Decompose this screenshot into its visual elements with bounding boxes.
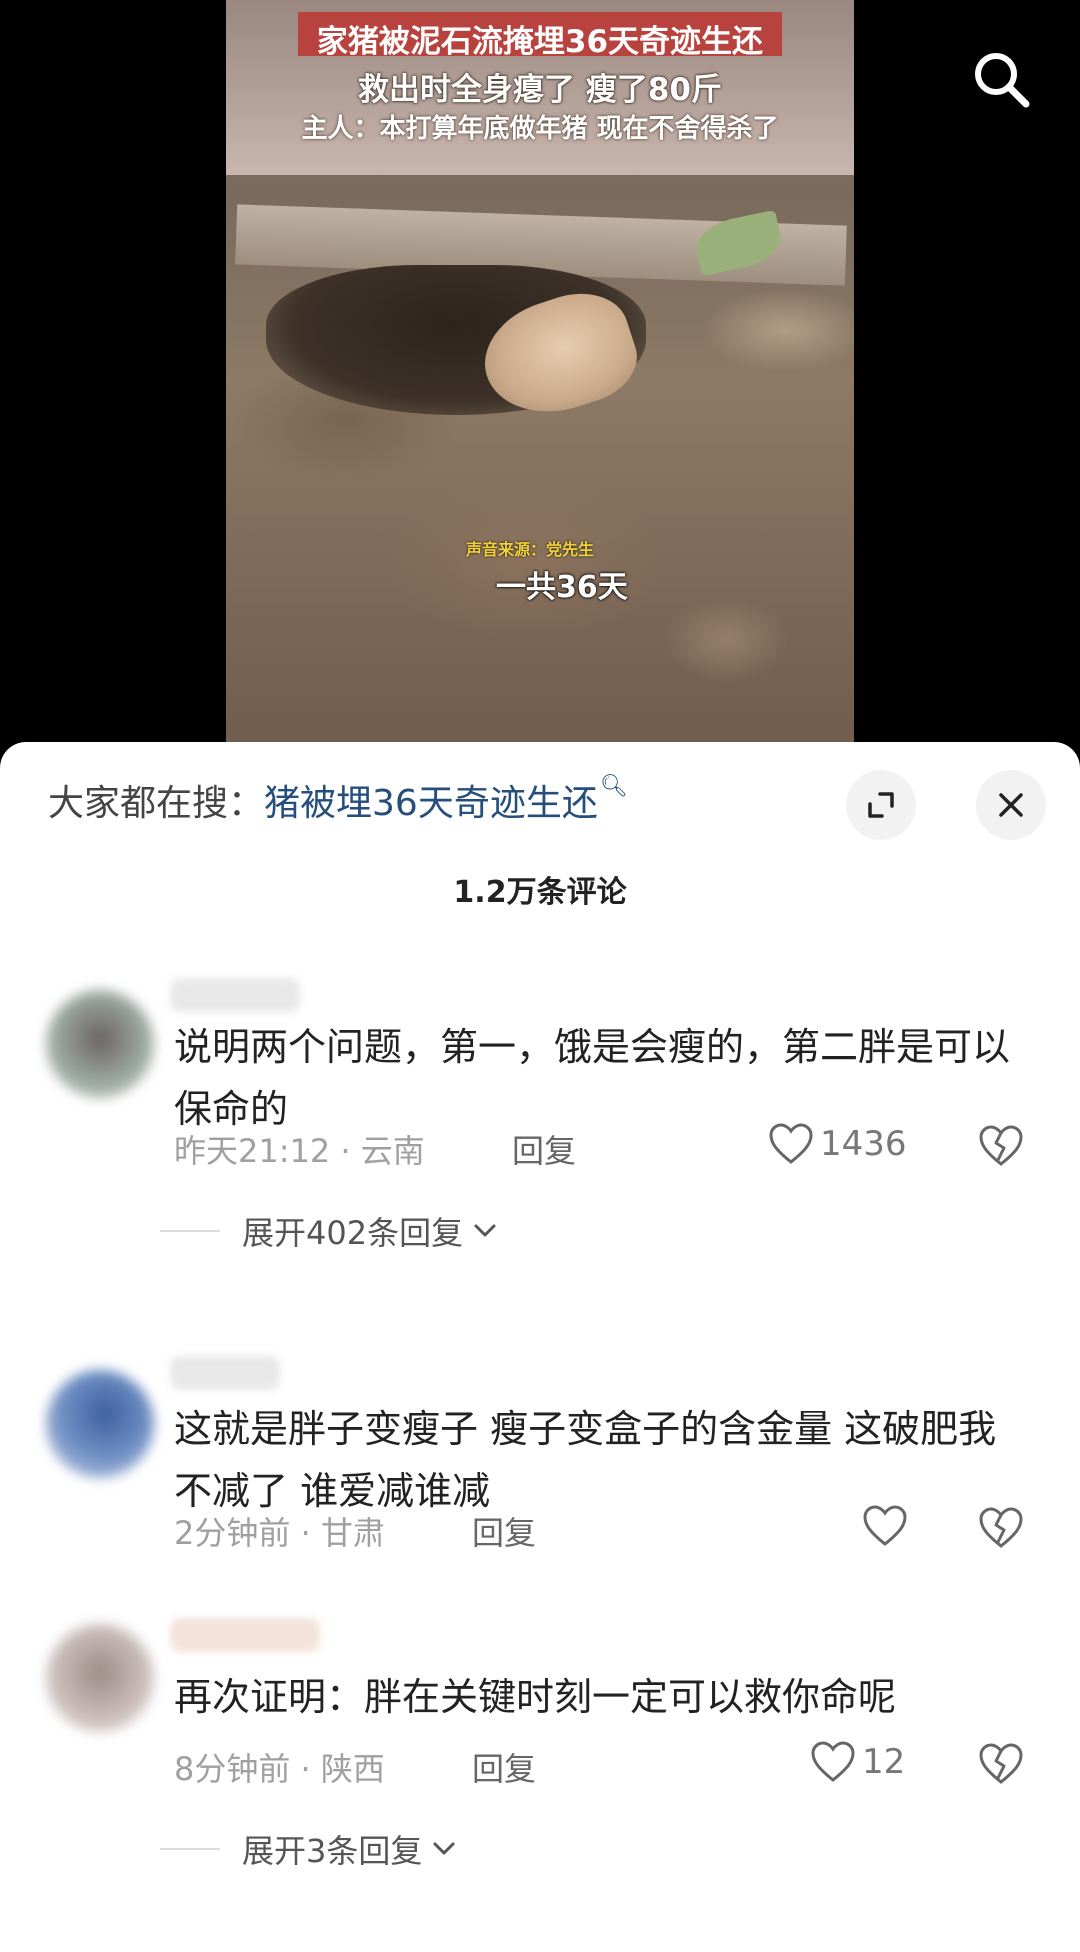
comment-text: 再次证明：胖在关键时刻一定可以救你命呢 (174, 1675, 897, 1719)
small-search-icon: 🔍︎ (599, 774, 628, 799)
like-button[interactable]: 12 (810, 1740, 905, 1784)
broken-heart-icon (979, 1743, 1023, 1784)
avatar[interactable] (46, 1624, 154, 1732)
heart-icon (811, 1741, 855, 1782)
video-frame: 家猪被泥石流掩埋36天奇迹生还 救出时全身瘪了 瘦了80斤 主人：本打算年底做年… (226, 0, 854, 760)
dislike-button[interactable] (978, 1506, 1024, 1554)
like-button[interactable] (862, 1504, 914, 1548)
reply-button[interactable]: 回复 (512, 1126, 576, 1172)
reply-button[interactable]: 回复 (472, 1744, 536, 1790)
username[interactable] (170, 978, 300, 1012)
comment-time-location: 8分钟前 · 陕西 (174, 1750, 385, 1788)
expand-replies-button[interactable]: 展开3条回复 (160, 1826, 458, 1872)
close-button[interactable] (976, 770, 1046, 840)
video-player[interactable]: 家猪被泥石流掩埋36天奇迹生还 救出时全身瘪了 瘦了80斤 主人：本打算年底做年… (0, 0, 1080, 760)
like-count: 12 (862, 1742, 906, 1782)
reply-button[interactable]: 回复 (472, 1508, 536, 1554)
trending-search-hint[interactable]: 大家都在搜：猪被埋36天奇迹生还🔍︎ (48, 774, 628, 826)
divider-line (160, 1848, 220, 1850)
search-button[interactable] (966, 44, 1036, 114)
sound-source-label: 声音来源：党先生 (466, 540, 595, 559)
expand-replies-button[interactable]: 展开402条回复 (160, 1208, 499, 1254)
avatar[interactable] (46, 1370, 154, 1478)
heart-icon (769, 1123, 813, 1164)
like-button[interactable]: 1436 (768, 1122, 907, 1166)
heart-icon (863, 1505, 907, 1546)
broken-heart-icon (979, 1125, 1023, 1166)
divider-line (160, 1230, 220, 1232)
video-subtitle: 一共36天 (496, 570, 628, 605)
trending-search-prefix: 大家都在搜： (48, 783, 265, 824)
expand-replies-label: 展开3条回复 (242, 1832, 423, 1870)
dislike-button[interactable] (978, 1742, 1024, 1790)
avatar[interactable] (46, 990, 154, 1098)
expand-replies-label: 展开402条回复 (242, 1214, 464, 1252)
expand-button[interactable] (846, 770, 916, 840)
comment-time-location: 2分钟前 · 甘肃 (174, 1514, 385, 1552)
comment-sheet: 大家都在搜：猪被埋36天奇迹生还🔍︎ 1.2万条评论 说明两个问题，第一，饿是会… (0, 742, 1080, 1952)
close-icon (999, 793, 1023, 817)
like-count: 1436 (820, 1124, 907, 1164)
broken-heart-icon (979, 1507, 1023, 1548)
username[interactable] (170, 1356, 280, 1390)
video-title-line-2: 救出时全身瘪了 瘦了80斤 (358, 72, 722, 108)
video-title-line-1: 家猪被泥石流掩埋36天奇迹生还 (316, 24, 764, 60)
chevron-down-icon (433, 1842, 455, 1855)
comment-count: 1.2万条评论 (453, 875, 627, 910)
comment-time-location: 昨天21:12 · 云南 (174, 1132, 425, 1170)
trending-search-term[interactable]: 猪被埋36天奇迹生还 (264, 783, 598, 824)
dislike-button[interactable] (978, 1124, 1024, 1172)
search-icon (975, 53, 1030, 108)
video-title-line-3: 主人：本打算年底做年猪 现在不舍得杀了 (301, 114, 779, 144)
chevron-down-icon (474, 1224, 496, 1237)
expand-icon (868, 792, 894, 818)
username[interactable] (170, 1618, 320, 1652)
